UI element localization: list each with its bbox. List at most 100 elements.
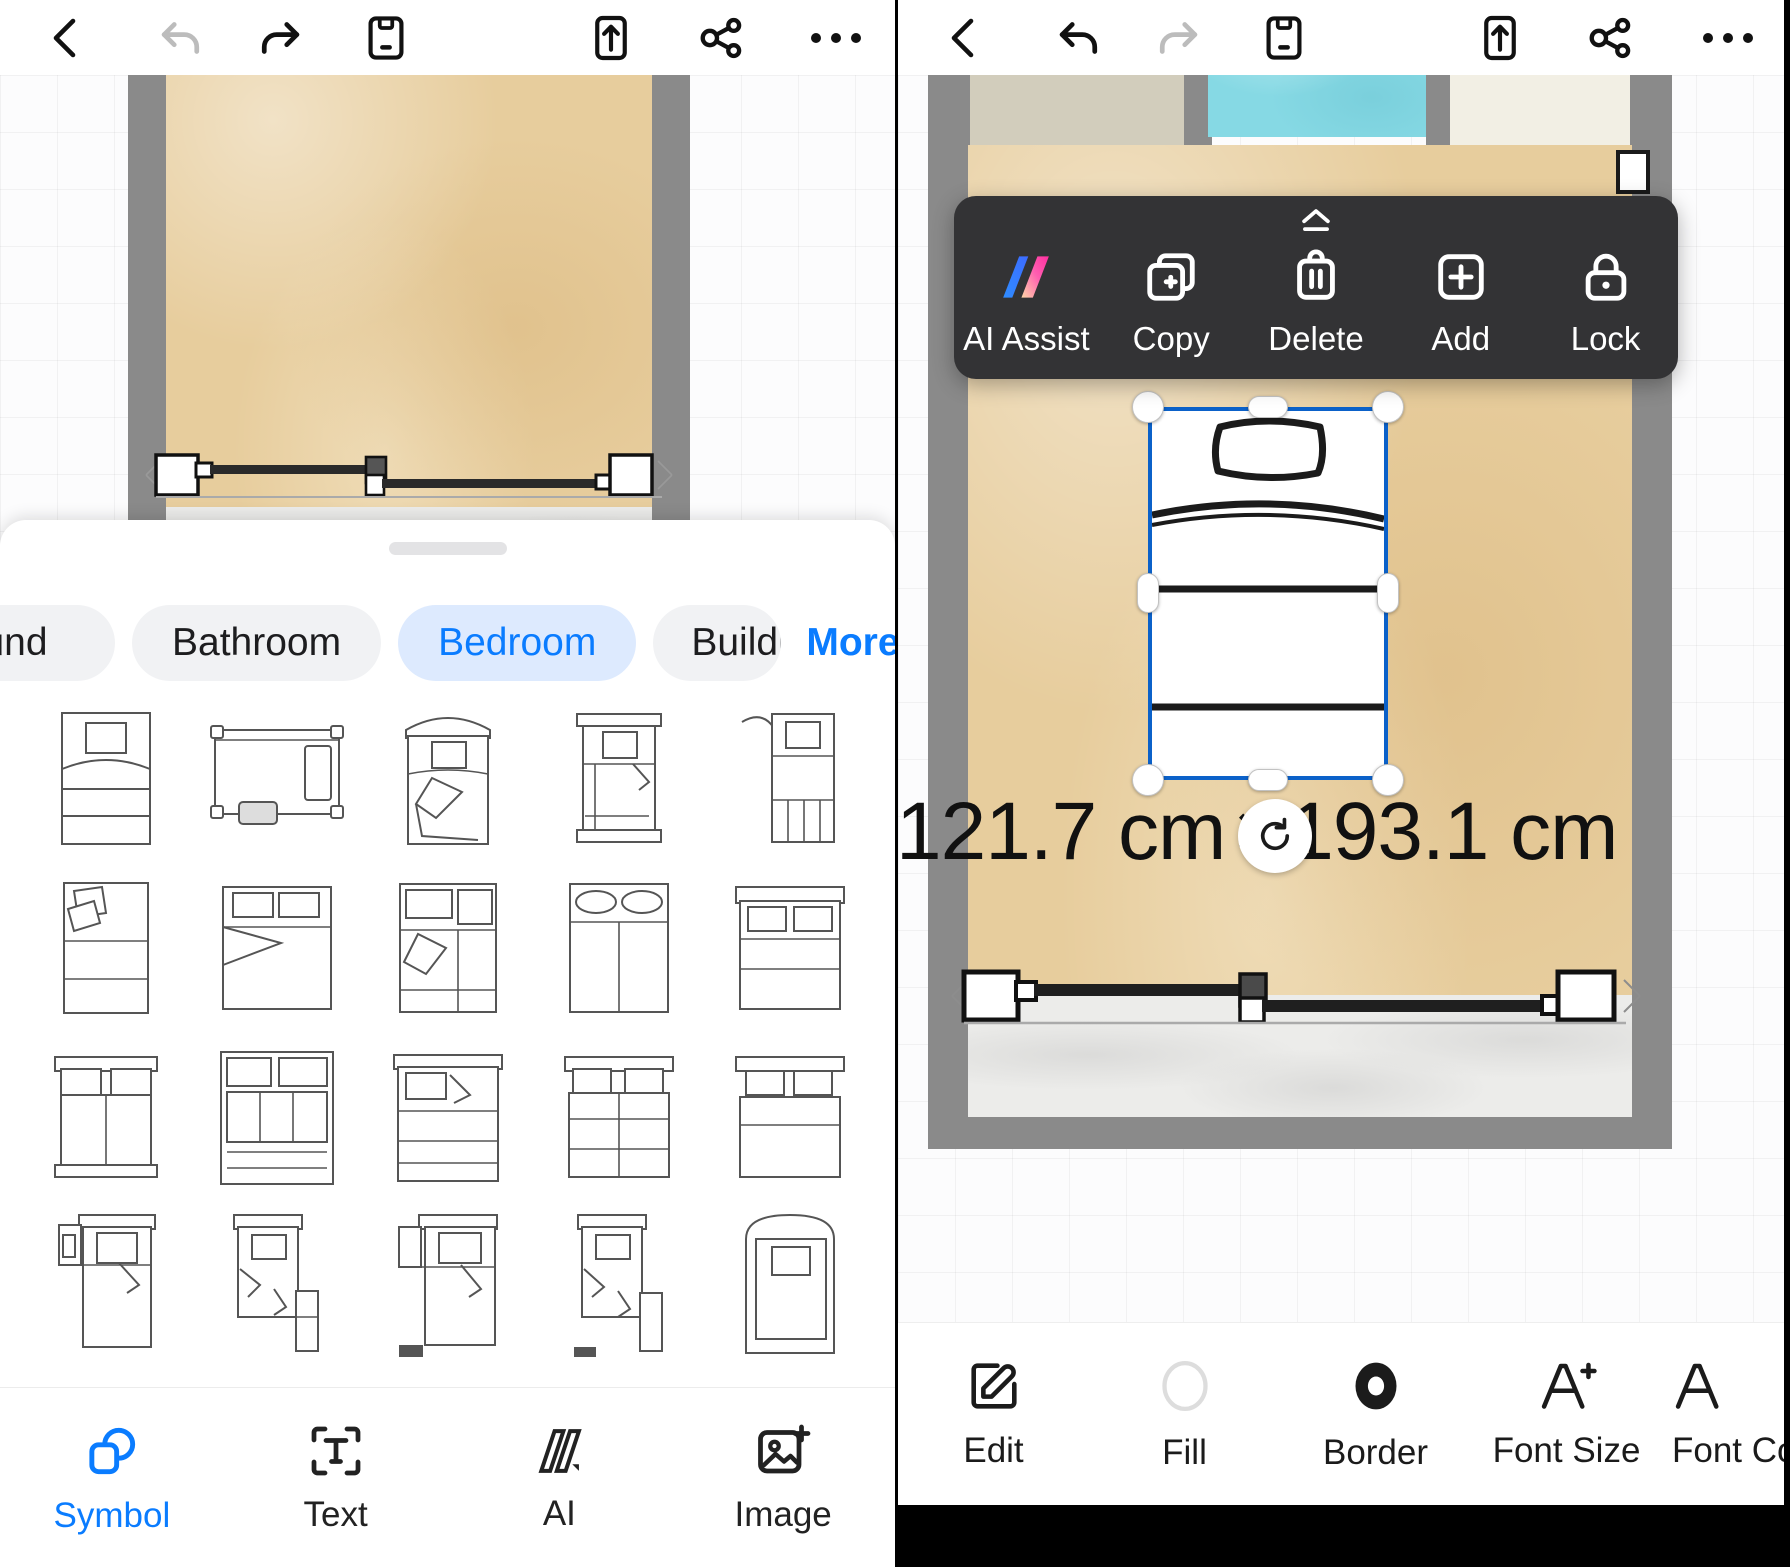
more-options-button[interactable] [1666, 0, 1790, 75]
symbol-item[interactable] [191, 693, 362, 863]
bed-pillows-angled-icon [62, 882, 149, 1014]
symbol-item[interactable] [533, 863, 704, 1033]
context-item-copy[interactable]: Copy [1099, 248, 1244, 358]
symbol-item[interactable] [20, 1033, 191, 1203]
toolbar-item-label: Edit [963, 1431, 1024, 1470]
twin-beds-pair-icon [563, 1056, 674, 1178]
context-item-lock[interactable]: Lock [1533, 248, 1678, 358]
bed-frame-tall-icon [575, 713, 662, 843]
context-item-ai-assist[interactable]: AI Assist [954, 248, 1099, 358]
symbol-item[interactable] [704, 693, 875, 863]
save-button[interactable] [1228, 0, 1340, 75]
bed-round-headboard-icon [404, 717, 491, 845]
symbol-item[interactable] [362, 863, 533, 1033]
undo-button[interactable] [132, 0, 230, 75]
redo-button[interactable] [1128, 0, 1228, 75]
single-bed-plain-icon [60, 711, 151, 845]
right-panel: 121.7 cm × 193.1 cm [895, 0, 1790, 1567]
sheet-grabber[interactable] [388, 542, 507, 555]
text-box-icon [311, 1426, 360, 1475]
category-tabs: und Bathroom Bedroom Buildi More [0, 605, 895, 681]
undo-button[interactable] [1030, 0, 1128, 75]
sliding-door-icon [145, 453, 673, 498]
symbol-item[interactable] [191, 863, 362, 1033]
toolbar-item-edit[interactable]: Edit [898, 1323, 1089, 1505]
toolbar-item-border[interactable]: Border [1280, 1323, 1471, 1505]
context-item-label: Delete [1268, 320, 1364, 357]
sliding-door[interactable] [936, 960, 1656, 1030]
symbol-item[interactable] [704, 1033, 875, 1203]
redo-button[interactable] [230, 0, 330, 75]
redo-arrow-icon [261, 21, 300, 54]
selection-handle-left-mid[interactable] [1137, 573, 1159, 613]
symbol-item[interactable] [191, 1203, 362, 1373]
symbol-item[interactable] [20, 863, 191, 1033]
save-button[interactable] [330, 0, 442, 75]
floor-bedroom [166, 75, 652, 507]
category-tab-3[interactable]: Buildi [653, 605, 782, 681]
toolbar-item-font-size[interactable]: Font Size [1471, 1323, 1662, 1505]
floor-room-cream [1450, 75, 1650, 150]
category-tab-1[interactable]: Bathroom [132, 605, 382, 681]
rotate-button[interactable] [1238, 799, 1312, 873]
export-button[interactable] [1444, 0, 1556, 75]
selection-handle-top-right[interactable] [1372, 391, 1404, 423]
context-item-label: Lock [1570, 320, 1641, 357]
bed-desk-chair-icon [573, 1214, 663, 1357]
export-up-icon [1484, 15, 1516, 60]
right-black-edge [1784, 0, 1790, 1567]
app-root: und Bathroom Bedroom Buildi More [0, 0, 1790, 1567]
sliding-door[interactable] [134, 445, 684, 505]
share-button[interactable] [667, 0, 777, 75]
nav-item-text[interactable]: Text [224, 1388, 448, 1567]
toolbar-item-label: Font Size [1492, 1431, 1641, 1470]
share-nodes-icon [700, 17, 742, 58]
symbol-item[interactable] [704, 863, 875, 1033]
collapse-menu-button[interactable] [954, 206, 1678, 240]
symbol-item[interactable] [704, 1203, 875, 1373]
twin-beds-headboard-icon [53, 1056, 158, 1178]
symbol-item[interactable] [533, 1203, 704, 1373]
nav-item-image[interactable]: Image [671, 1388, 895, 1567]
context-menu-items: AI Assist Copy Delete Add Lock [954, 248, 1678, 358]
nav-item-label: Image [734, 1494, 832, 1534]
context-item-add[interactable]: Add [1388, 248, 1533, 358]
symbol-item[interactable] [362, 693, 533, 863]
symbol-item[interactable] [533, 1033, 704, 1203]
wall-bottom [928, 1117, 1672, 1149]
symbol-item[interactable] [20, 1203, 191, 1373]
font-size-icon [1541, 1362, 1597, 1409]
toolbar-item-font-color[interactable]: Font Co [1662, 1323, 1790, 1505]
nav-item-label: Symbol [53, 1495, 171, 1535]
symbol-item[interactable] [191, 1033, 362, 1203]
symbol-item[interactable] [362, 1203, 533, 1373]
toolbar-item-fill[interactable]: Fill [1089, 1323, 1280, 1505]
category-tab-0[interactable]: und [0, 605, 115, 681]
ai-assist-gradient-icon [1003, 256, 1050, 298]
symbol-item[interactable] [533, 693, 704, 863]
nav-item-label: Text [303, 1494, 368, 1534]
double-bed-fold-icon [392, 1054, 503, 1182]
right-top-toolbar [898, 0, 1790, 75]
export-button[interactable] [555, 0, 667, 75]
selection-handle-top-mid[interactable] [1248, 396, 1288, 418]
category-tab-2[interactable]: Bedroom [398, 605, 637, 681]
wall-node-handle[interactable] [1616, 150, 1650, 194]
back-button[interactable] [898, 0, 1030, 75]
more-options-button[interactable] [777, 0, 895, 75]
share-button[interactable] [1556, 0, 1666, 75]
symbol-item[interactable] [20, 693, 191, 863]
symbol-item[interactable] [362, 1033, 533, 1203]
context-item-delete[interactable]: Delete [1244, 248, 1389, 358]
bed-arched-head-icon [744, 1213, 835, 1354]
toolbar-item-label: Border [1322, 1433, 1429, 1472]
selection-handle-top-left[interactable] [1132, 391, 1164, 423]
more-categories-link[interactable]: More [806, 621, 895, 665]
context-item-label: AI Assist [963, 320, 1090, 357]
back-button[interactable] [0, 0, 132, 75]
nav-item-symbol[interactable]: Symbol [0, 1388, 224, 1567]
image-plus-icon [758, 1424, 811, 1473]
save-disk-icon [1266, 15, 1302, 60]
nav-item-ai[interactable]: AI [448, 1388, 672, 1567]
selection-handle-right-mid[interactable] [1377, 573, 1399, 613]
